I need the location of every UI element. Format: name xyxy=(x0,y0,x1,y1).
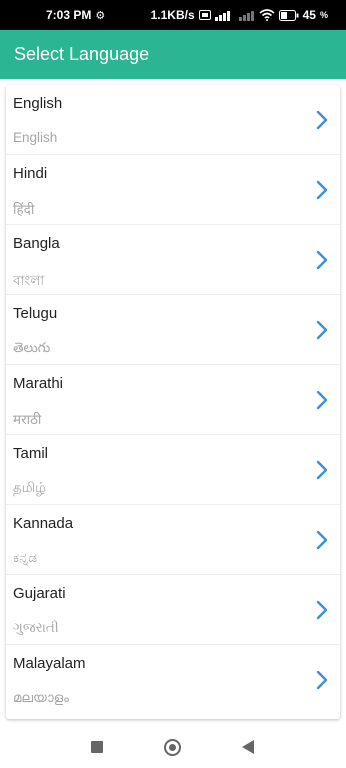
language-native-name: ಕನ್ನಡ xyxy=(13,550,38,565)
language-native-name: മലയാളം xyxy=(13,690,69,705)
language-native-name: বাংলা xyxy=(13,273,45,288)
battery-level: 45 xyxy=(302,8,316,22)
chevron-right-icon xyxy=(316,460,328,480)
language-name: Marathi xyxy=(13,375,64,392)
signal-icon xyxy=(214,11,230,21)
chevron-right-icon xyxy=(316,250,328,270)
chevron-right-icon xyxy=(316,110,328,130)
language-native-name: తెలుగు xyxy=(13,340,51,355)
app-bar: Select Language xyxy=(0,30,346,79)
language-item-gujarati[interactable]: Gujarati ગુજરાતી xyxy=(6,575,340,645)
language-name: Telugu xyxy=(13,305,58,322)
language-item-marathi[interactable]: Marathi मराठी xyxy=(6,365,340,435)
home-button[interactable] xyxy=(164,739,181,756)
language-name: Malayalam xyxy=(13,655,86,672)
language-native-name: हिंदी xyxy=(13,202,35,217)
language-name: Hindi xyxy=(13,165,48,182)
wifi-icon xyxy=(259,9,275,21)
chevron-right-icon xyxy=(316,320,328,340)
language-native-name: मराठी xyxy=(13,412,42,427)
battery-icon xyxy=(278,9,299,21)
language-name: Kannada xyxy=(13,515,74,532)
language-item-kannada[interactable]: Kannada ಕನ್ನಡ xyxy=(6,505,340,575)
system-nav-bar xyxy=(0,726,346,768)
status-time: 7:03 PM xyxy=(46,8,92,22)
language-item-telugu[interactable]: Telugu తెలుగు xyxy=(6,295,340,365)
language-name: Tamil xyxy=(13,445,49,462)
language-native-name: ગુજરાતી xyxy=(13,620,59,635)
language-native-name: English xyxy=(13,130,58,145)
network-speed: 1.1KB/s xyxy=(150,8,195,22)
language-name: English xyxy=(13,95,63,112)
signal-2-icon xyxy=(238,11,254,21)
gear-icon: ⚙ xyxy=(95,9,106,22)
volte-icon xyxy=(198,10,211,20)
back-button[interactable] xyxy=(242,740,254,754)
page-title: Select Language xyxy=(14,44,150,64)
status-bar: 7:03 PM ⚙ 1.1KB/s 45% xyxy=(0,0,346,30)
language-item-hindi[interactable]: Hindi हिंदी xyxy=(6,155,340,225)
language-item-tamil[interactable]: Tamil தமிழ் xyxy=(6,435,340,505)
language-name: Gujarati xyxy=(13,585,66,602)
language-item-bangla[interactable]: Bangla বাংলা xyxy=(6,225,340,295)
chevron-right-icon xyxy=(316,530,328,550)
language-native-name: தமிழ் xyxy=(13,480,46,495)
language-item-english[interactable]: English English xyxy=(6,85,340,155)
chevron-right-icon xyxy=(316,670,328,690)
language-list: English English Hindi हिंदी Bangla বাংলা… xyxy=(6,85,340,719)
chevron-right-icon xyxy=(316,390,328,410)
language-name: Bangla xyxy=(13,235,60,252)
chevron-right-icon xyxy=(316,600,328,620)
language-item-malayalam[interactable]: Malayalam മലയാളം xyxy=(6,645,340,715)
chevron-right-icon xyxy=(316,180,328,200)
recents-button[interactable] xyxy=(91,741,103,753)
